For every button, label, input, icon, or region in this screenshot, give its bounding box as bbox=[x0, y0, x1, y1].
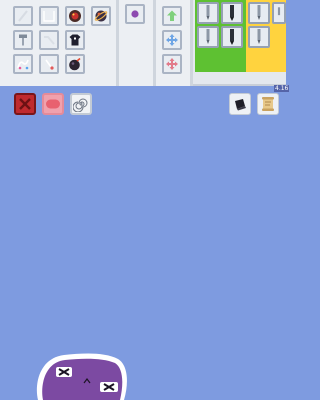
toolbar-divider bbox=[190, 0, 193, 86]
wrench-icon bbox=[44, 36, 55, 45]
brush-icon bbox=[45, 59, 54, 70]
move-up-icon bbox=[167, 10, 177, 21]
spiral-icon bbox=[73, 98, 88, 112]
move-down-button[interactable] bbox=[162, 54, 182, 74]
right-eye-icon bbox=[100, 382, 118, 392]
brush-tool-button[interactable] bbox=[39, 54, 59, 74]
shirt-tool-button[interactable] bbox=[65, 30, 85, 50]
red-orb-tool-button[interactable] bbox=[65, 6, 85, 26]
stretch-tool-button[interactable] bbox=[13, 54, 33, 74]
yellow-palette-item[interactable] bbox=[272, 2, 286, 24]
paint-roller-tool-button[interactable] bbox=[13, 30, 33, 50]
toolbar bbox=[0, 0, 286, 86]
creature-body bbox=[42, 358, 123, 400]
close-icon bbox=[19, 98, 31, 110]
left-eye-icon bbox=[56, 367, 72, 377]
green-palette-item[interactable] bbox=[221, 26, 243, 48]
dark-pen-icon bbox=[230, 29, 234, 45]
purple-dot-icon bbox=[131, 10, 139, 18]
wrench-tool-button[interactable] bbox=[39, 30, 59, 50]
scroll-button[interactable] bbox=[257, 93, 279, 115]
yellow-palette-item[interactable] bbox=[248, 2, 270, 24]
eraser-button[interactable] bbox=[42, 93, 64, 115]
frame-tool-button[interactable] bbox=[39, 6, 59, 26]
wand-icon bbox=[18, 10, 28, 22]
selected-color-button[interactable] bbox=[125, 4, 145, 24]
hat-button[interactable] bbox=[229, 93, 251, 115]
dark-pen-icon bbox=[230, 5, 234, 21]
close-button[interactable] bbox=[14, 93, 36, 115]
pen-icon bbox=[257, 29, 261, 44]
pen-icon bbox=[257, 5, 261, 20]
paint-roller-icon bbox=[19, 34, 27, 46]
green-palette-item[interactable] bbox=[197, 2, 219, 24]
move-center-button[interactable] bbox=[162, 30, 182, 50]
pen-icon bbox=[206, 5, 210, 20]
hat-icon bbox=[235, 99, 246, 111]
wand-tool-button[interactable] bbox=[13, 6, 33, 26]
planet-tool-button[interactable] bbox=[91, 6, 111, 26]
yellow-palette-item[interactable] bbox=[248, 26, 270, 48]
move-up-button[interactable] bbox=[162, 6, 182, 26]
bomb-icon bbox=[69, 57, 81, 71]
eraser-icon bbox=[46, 99, 60, 109]
creature[interactable] bbox=[34, 353, 128, 400]
pen-icon bbox=[277, 7, 281, 16]
scroll-icon bbox=[262, 97, 274, 111]
shirt-icon bbox=[69, 34, 81, 46]
move-center-icon bbox=[166, 34, 178, 46]
green-palette-item[interactable] bbox=[197, 26, 219, 48]
pen-icon bbox=[206, 29, 210, 44]
frame-icon bbox=[43, 11, 55, 22]
spiral-button[interactable] bbox=[70, 93, 92, 115]
version-badge: 4.16 bbox=[274, 85, 290, 92]
bomb-tool-button[interactable] bbox=[65, 54, 85, 74]
green-palette-item[interactable] bbox=[221, 2, 243, 24]
stretch-icon bbox=[17, 59, 29, 70]
red-orb-icon bbox=[69, 10, 81, 22]
move-down-icon bbox=[166, 58, 178, 70]
planet-icon bbox=[94, 10, 108, 22]
